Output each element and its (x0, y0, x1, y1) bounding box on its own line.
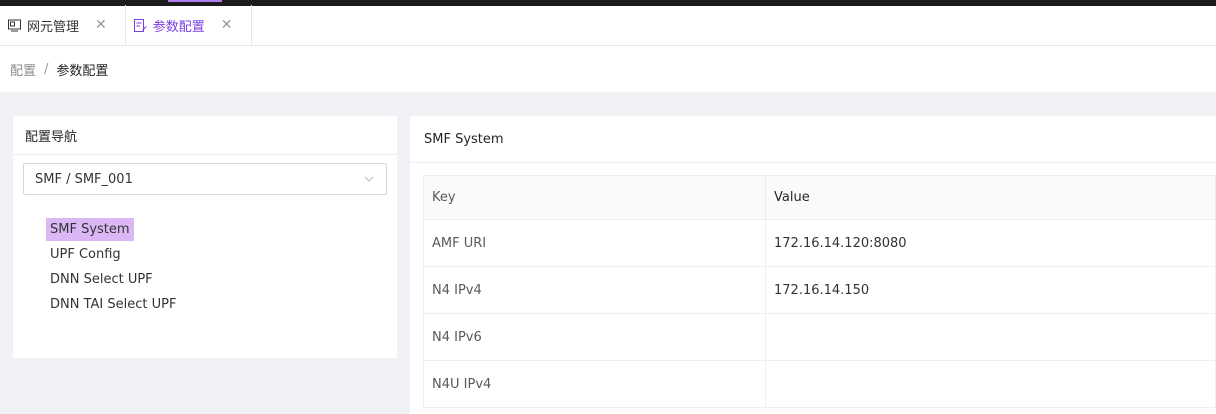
close-icon[interactable]: ✕ (221, 17, 233, 33)
table-row[interactable]: AMF URI 172.16.14.120:8080 (423, 219, 1216, 267)
monitor-icon (8, 19, 21, 31)
row-key: N4 IPv4 (423, 266, 766, 314)
column-header-value: Value (765, 175, 1216, 220)
table-row[interactable]: N4U IPv4 (423, 360, 1216, 408)
select-value: SMF / SMF_001 (35, 171, 133, 187)
breadcrumb-separator: / (44, 61, 49, 77)
close-icon[interactable]: ✕ (95, 17, 107, 33)
nav-item-dnn-select-upf[interactable]: DNN Select UPF (46, 268, 157, 291)
row-key: N4 IPv6 (423, 313, 766, 361)
table-header-row: Key Value (423, 175, 1216, 220)
config-nav-panel: 配置导航 SMF / SMF_001 SMF System UPF Config… (13, 116, 397, 358)
nav-list: SMF System UPF Config DNN Select UPF DNN… (46, 218, 180, 318)
smf-system-panel: SMF System Key Value AMF URI 172.16.14.1… (410, 116, 1216, 414)
tab-bar: 网元管理 ✕ 参数配置 ✕ (0, 0, 1216, 46)
breadcrumb: 配置 / 参数配置 (0, 46, 1216, 92)
breadcrumb-item-current: 参数配置 (56, 63, 109, 79)
tab-label: 网元管理 (27, 19, 80, 35)
tab-label: 参数配置 (152, 19, 205, 35)
table-row[interactable]: N4 IPv4 172.16.14.150 (423, 266, 1216, 314)
row-value[interactable] (765, 360, 1216, 408)
chevron-down-icon (364, 176, 374, 182)
edit-doc-icon (133, 18, 147, 32)
tab-network-element[interactable]: 网元管理 ✕ (0, 5, 126, 45)
row-key: N4U IPv4 (423, 360, 766, 408)
tab-param-config[interactable]: 参数配置 ✕ (126, 0, 252, 45)
row-value[interactable]: 172.16.14.150 (765, 266, 1216, 314)
nav-item-smf-system[interactable]: SMF System (46, 218, 134, 241)
nav-item-upf-config[interactable]: UPF Config (46, 243, 125, 266)
row-value[interactable]: 172.16.14.120:8080 (765, 219, 1216, 267)
panel-title: 配置导航 (13, 116, 397, 155)
table-row[interactable]: N4 IPv6 (423, 313, 1216, 361)
key-value-table: Key Value AMF URI 172.16.14.120:8080 N4 … (423, 175, 1216, 408)
network-element-select[interactable]: SMF / SMF_001 (23, 163, 387, 195)
row-key: AMF URI (423, 219, 766, 267)
column-header-key: Key (423, 175, 766, 220)
breadcrumb-item-config[interactable]: 配置 (10, 60, 36, 79)
nav-item-dnn-tai-select-upf[interactable]: DNN TAI Select UPF (46, 293, 180, 316)
row-value[interactable] (765, 313, 1216, 361)
panel-title: SMF System (410, 116, 1216, 163)
